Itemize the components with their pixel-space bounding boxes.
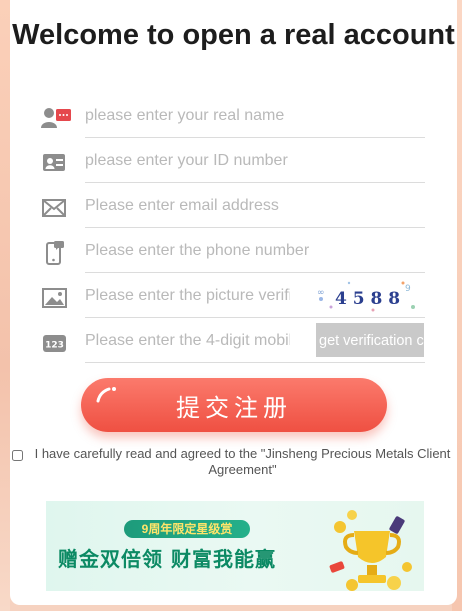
divider — [85, 182, 425, 183]
phone-row — [40, 229, 425, 273]
number-123-icon: 123 — [43, 335, 66, 352]
get-verification-code-button[interactable]: get verification code — [316, 323, 424, 357]
trophy-icon — [329, 510, 412, 591]
picture-icon — [42, 288, 67, 308]
picture-code-input[interactable] — [85, 274, 290, 318]
page-title: Welcome to open a real account — [12, 19, 455, 51]
real-name-row — [40, 94, 425, 138]
phone-input[interactable] — [85, 229, 425, 273]
captcha-text: 4 5 8 8 — [335, 289, 400, 309]
email-icon — [42, 199, 66, 217]
email-input[interactable] — [85, 184, 425, 228]
banner-pill: 9周年限定星级赏 — [124, 520, 250, 538]
anniversary-banner[interactable]: 9周年限定星级赏 赠金双倍领 财富我能赢 — [46, 501, 424, 591]
divider — [85, 137, 425, 138]
background-left — [0, 0, 10, 611]
swoosh-highlight-icon — [96, 387, 116, 403]
svg-text:123: 123 — [45, 341, 64, 351]
registration-card: Welcome to open a real account please en… — [10, 0, 457, 605]
id-card-icon — [43, 154, 65, 171]
id-number-input[interactable] — [85, 139, 425, 183]
submit-register-button[interactable]: 提交注册 — [81, 378, 387, 432]
phone-icon — [46, 241, 64, 265]
agreement-checkbox[interactable] — [12, 450, 23, 461]
banner-slogan: 赠金双倍领 财富我能赢 — [58, 547, 276, 571]
id-number-row — [40, 139, 425, 183]
divider — [85, 227, 425, 228]
divider — [85, 272, 425, 273]
email-row — [40, 184, 425, 228]
captcha-image[interactable]: ∞ 9 4 5 8 8 — [313, 277, 423, 315]
divider — [85, 362, 425, 363]
submit-label: 提交注册 — [176, 393, 292, 422]
agreement-text[interactable]: I have carefully read and agreed to the … — [26, 446, 459, 478]
real-name-input[interactable] — [85, 94, 425, 138]
svg-text:9: 9 — [405, 284, 411, 294]
svg-text:∞: ∞ — [317, 288, 325, 298]
divider — [85, 317, 425, 318]
mobile-code-input[interactable] — [85, 319, 290, 363]
user-card-icon — [41, 108, 71, 128]
